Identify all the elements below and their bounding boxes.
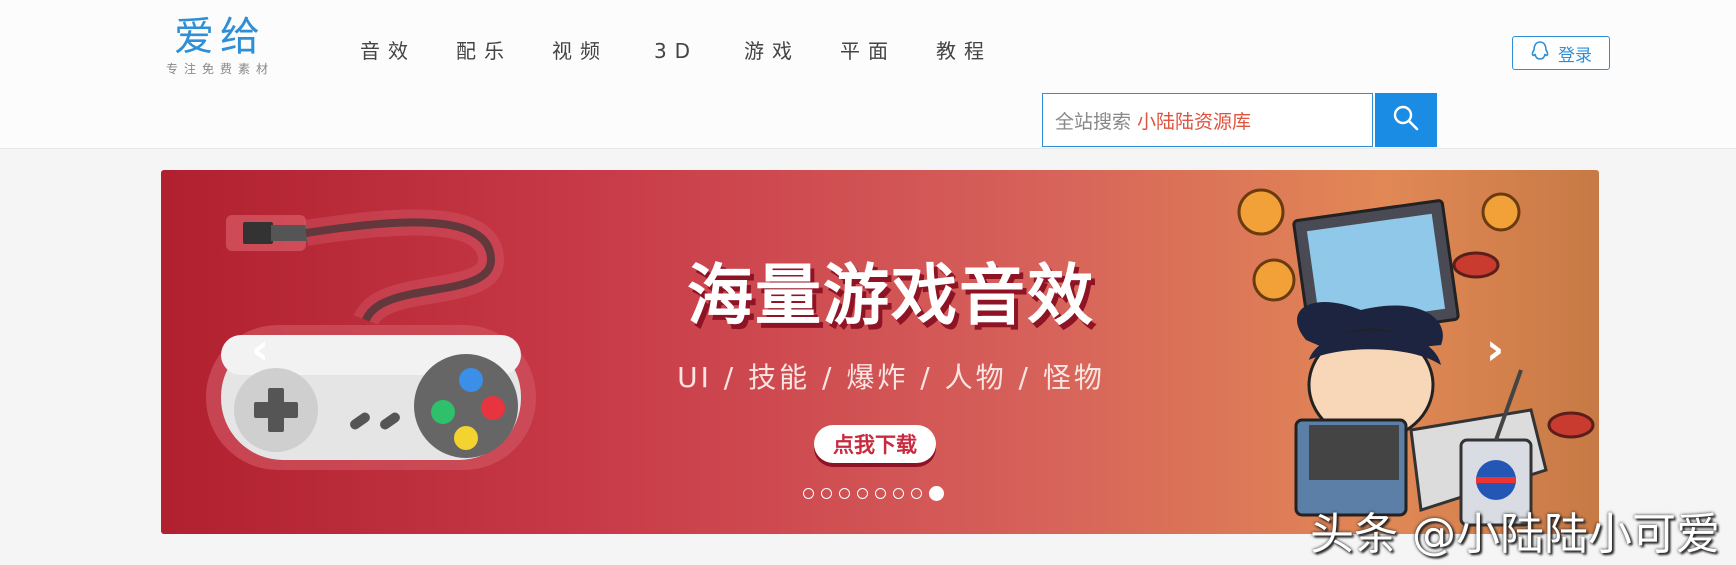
main-nav: 音效 配乐 视频 3D 游戏 平面 教程 bbox=[340, 36, 1012, 66]
chevron-right-icon[interactable]: › bbox=[1486, 328, 1504, 372]
site-header: 爱给 专注免费素材 音效 配乐 视频 3D 游戏 平面 教程 登录 全站搜索 小… bbox=[0, 0, 1736, 149]
logo-tagline: 专注免费素材 bbox=[165, 62, 274, 76]
search-input[interactable]: 全站搜索 小陆陆资源库 bbox=[1042, 93, 1373, 147]
site-logo[interactable]: 爱给 专注免费素材 bbox=[152, 14, 288, 84]
download-button[interactable]: 点我下载 bbox=[814, 425, 936, 463]
nav-item-tutorials[interactable]: 教程 bbox=[916, 36, 1012, 66]
nav-item-music[interactable]: 配乐 bbox=[436, 36, 532, 66]
gamer-character-illustration bbox=[1237, 188, 1595, 527]
carousel-dot[interactable] bbox=[821, 488, 832, 499]
carousel-dot[interactable] bbox=[911, 488, 922, 499]
login-label: 登录 bbox=[1558, 45, 1592, 66]
nav-item-3d[interactable]: 3D bbox=[628, 36, 724, 66]
search-placeholder: 全站搜索 bbox=[1055, 110, 1132, 133]
chevron-left-icon[interactable]: ‹ bbox=[251, 328, 269, 372]
login-button[interactable]: 登录 bbox=[1512, 36, 1610, 70]
banner-subtitle: UI / 技能 / 爆炸 / 人物 / 怪物 bbox=[677, 361, 1105, 394]
nav-item-graphics[interactable]: 平面 bbox=[820, 36, 916, 66]
carousel-dot[interactable] bbox=[875, 488, 886, 499]
nav-item-video[interactable]: 视频 bbox=[532, 36, 628, 66]
nav-item-sound-effects[interactable]: 音效 bbox=[340, 36, 436, 66]
carousel-dot[interactable] bbox=[857, 488, 868, 499]
carousel-indicators bbox=[803, 486, 944, 501]
hero-banner[interactable]: ‹ › 海量游戏音效 UI / 技能 / 爆炸 / 人物 / 怪物 点我下载 bbox=[161, 170, 1599, 534]
nav-item-games[interactable]: 游戏 bbox=[724, 36, 820, 66]
logo-text: 爱给 bbox=[174, 14, 266, 60]
qq-penguin-icon bbox=[1530, 40, 1550, 67]
search-hot-keyword[interactable]: 小陆陆资源库 bbox=[1137, 107, 1251, 134]
carousel-dot[interactable] bbox=[839, 488, 850, 499]
banner-title: 海量游戏音效 bbox=[687, 257, 1095, 334]
carousel-dot[interactable] bbox=[893, 488, 904, 499]
carousel-dot-active[interactable] bbox=[929, 486, 944, 501]
search-button[interactable] bbox=[1375, 93, 1437, 147]
carousel-dot[interactable] bbox=[803, 488, 814, 499]
banner-illustration bbox=[206, 188, 1595, 527]
search-icon bbox=[1392, 104, 1420, 136]
watermark-text: 头条 @小陆陆小可爱 bbox=[1310, 509, 1720, 560]
